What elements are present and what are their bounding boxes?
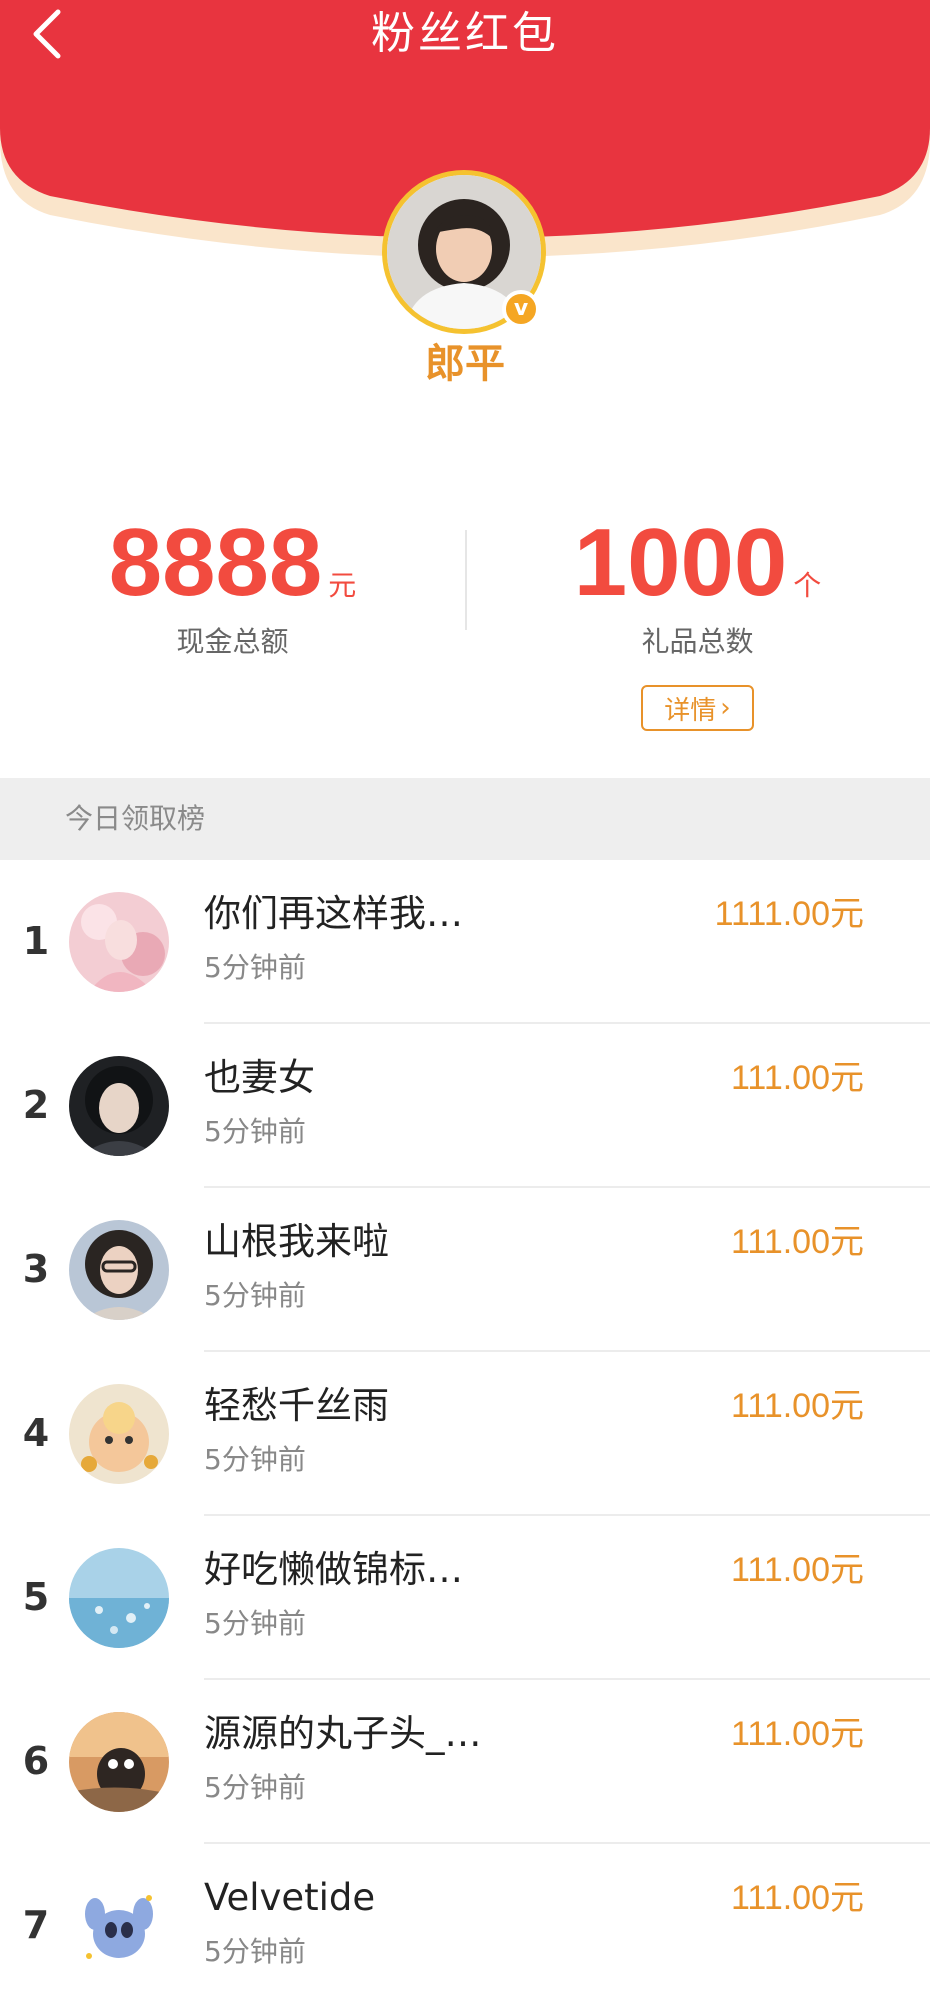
- claim-time: 5分钟前: [204, 1607, 306, 1640]
- claim-amount: 111.00元: [731, 1551, 864, 1589]
- user-avatar[interactable]: [69, 1220, 169, 1320]
- details-button-label: 详情: [664, 695, 717, 726]
- claim-time: 5分钟前: [204, 1443, 306, 1476]
- claim-amount: 111.00元: [731, 1059, 864, 1097]
- rank-number: 7: [22, 1903, 50, 1947]
- gift-total-value-line: 1000 个: [465, 508, 930, 618]
- rank-number: 5: [22, 1575, 50, 1619]
- user-name: 好吃懒做锦标…: [204, 1548, 463, 1591]
- page-title: 粉丝红包: [371, 8, 559, 59]
- user-name: Velvetide: [204, 1876, 376, 1919]
- claim-time: 5分钟前: [204, 1771, 306, 1804]
- claim-amount: 111.00元: [731, 1715, 864, 1753]
- profile-name: 郎平: [425, 341, 505, 387]
- cash-total-unit: 元: [328, 569, 357, 602]
- gift-total-stat: 1000 个 礼品总数: [465, 508, 930, 662]
- user-name: 轻愁千丝雨: [204, 1384, 389, 1427]
- verified-badge-icon: v: [502, 290, 540, 328]
- leaderboard-row-1[interactable]: 1 你们再这样我… 5分钟前 1111.00元: [0, 860, 930, 1024]
- rank-number: 2: [22, 1083, 50, 1127]
- user-avatar[interactable]: [69, 1876, 169, 1976]
- gift-total-unit: 个: [793, 569, 822, 602]
- rank-number: 3: [22, 1247, 50, 1291]
- rank-number: 6: [22, 1739, 50, 1783]
- details-button[interactable]: 详情 ›: [641, 685, 754, 731]
- user-avatar[interactable]: [69, 1548, 169, 1648]
- gift-total-label: 礼品总数: [641, 625, 754, 658]
- rank-number: 4: [22, 1411, 50, 1455]
- claim-time: 5分钟前: [204, 1935, 306, 1968]
- cash-total-label: 现金总额: [176, 625, 289, 658]
- user-avatar[interactable]: [69, 1712, 169, 1812]
- claim-amount: 111.00元: [731, 1387, 864, 1425]
- user-avatar[interactable]: [69, 892, 169, 992]
- user-avatar[interactable]: [69, 1056, 169, 1156]
- section-title: 今日领取榜: [65, 802, 206, 835]
- user-avatar[interactable]: [69, 1384, 169, 1484]
- today-leaderboard-header: 今日领取榜: [0, 778, 930, 860]
- claim-amount: 111.00元: [731, 1879, 864, 1917]
- claim-amount: 1111.00元: [714, 895, 864, 933]
- rank-number: 1: [22, 919, 50, 963]
- user-name: 源源的丸子头_…: [204, 1712, 482, 1755]
- leaderboard-row-3[interactable]: 3 山根我来啦 5分钟前 111.00元: [0, 1188, 930, 1352]
- leaderboard-row-6[interactable]: 6 源源的丸子头_… 5分钟前 111.00元: [0, 1680, 930, 1844]
- claim-amount: 111.00元: [731, 1223, 864, 1261]
- user-name: 你们再这样我…: [204, 892, 463, 935]
- cash-total-value-line: 8888 元: [0, 508, 465, 618]
- claim-time: 5分钟前: [204, 951, 306, 984]
- user-name: 也妻女: [204, 1056, 315, 1099]
- chevron-right-icon: ›: [720, 693, 731, 723]
- gift-total-value: 1000: [573, 509, 788, 616]
- leaderboard-row-5[interactable]: 5 好吃懒做锦标… 5分钟前 111.00元: [0, 1516, 930, 1680]
- cash-total-stat: 8888 元 现金总额: [0, 508, 465, 662]
- leaderboard-row-7[interactable]: 7 Velvetide 5分钟前 111.00元: [0, 1844, 930, 2008]
- user-name: 山根我来啦: [204, 1220, 389, 1263]
- leaderboard-row-4[interactable]: 4 轻愁千丝雨 5分钟前 111.00元: [0, 1352, 930, 1516]
- leaderboard-row-2[interactable]: 2 也妻女 5分钟前 111.00元: [0, 1024, 930, 1188]
- claim-time: 5分钟前: [204, 1115, 306, 1148]
- claim-time: 5分钟前: [204, 1279, 306, 1312]
- cash-total-value: 8888: [108, 509, 323, 616]
